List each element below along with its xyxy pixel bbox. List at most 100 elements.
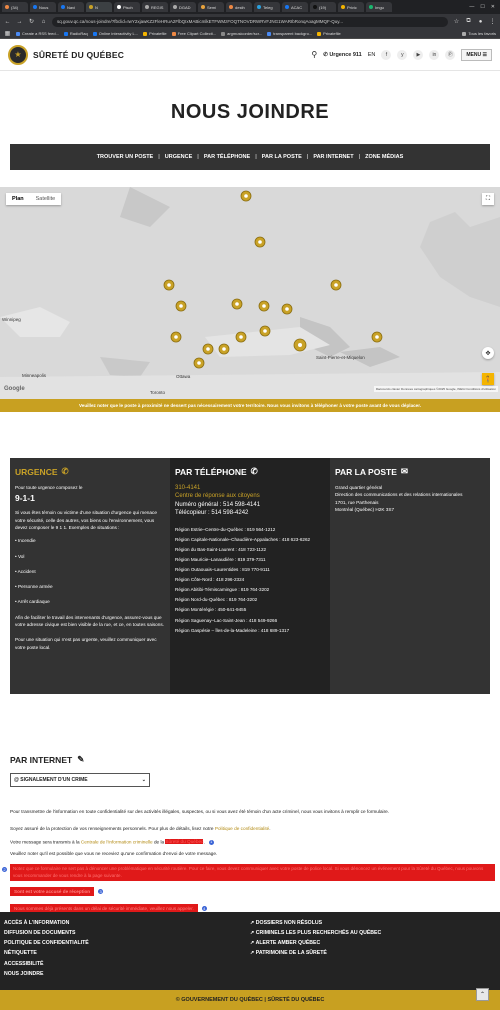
urgence-example: • Accident xyxy=(15,568,36,574)
map-attribution[interactable]: Raccourcis clavier Données cartographiqu… xyxy=(373,386,498,392)
apps-icon[interactable]: ▦ xyxy=(4,30,11,37)
report-type-select[interactable]: @ SIGNALEMENT D'UN CRIME ⌄ xyxy=(10,773,150,787)
back-icon[interactable]: ← xyxy=(4,19,11,25)
browser-tab-active[interactable]: N xyxy=(86,2,112,12)
footer-external-link[interactable]: ↗ PATRIMOINE DE LA SÛRETÉ xyxy=(250,948,496,958)
internet-text: Pour transmettre de l'information en tou… xyxy=(10,809,390,814)
nav-par-telephone[interactable]: PAR TÉLÉPHONE xyxy=(204,154,250,160)
home-icon[interactable]: ⌂ xyxy=(40,19,47,25)
language-link[interactable]: EN xyxy=(368,52,376,58)
browser-tab[interactable]: Navi xyxy=(58,2,84,12)
footer-external-link[interactable]: ↗ CRIMINELS LES PLUS RECHERCHÉS AU QUÉBE… xyxy=(250,928,496,938)
bookmark[interactable]: Create a RSS feed... xyxy=(16,31,59,36)
tab-favicon xyxy=(257,5,261,9)
poste-line: 1701, rue Parthenais xyxy=(335,499,379,505)
urgence-example: • Vol xyxy=(15,553,25,559)
browser-tab[interactable]: Privic xyxy=(338,2,364,12)
tab-favicon xyxy=(173,5,177,9)
star-icon[interactable]: ☆ xyxy=(453,18,460,25)
browser-tab[interactable]: (19) xyxy=(310,2,336,12)
browser-tab[interactable]: Pisch xyxy=(114,2,140,12)
page-title: NOUS JOINDRE xyxy=(170,101,330,123)
tab-favicon xyxy=(5,5,9,9)
twitter-icon[interactable]: y xyxy=(397,49,408,60)
region-phone: Région du Bas-Saint-Laurent : 418 723-11… xyxy=(175,546,267,552)
highlight-block: 2 Notez que ce formulaire ne sert pas à d… xyxy=(1,863,495,882)
fax-number: Télécopieur : 514 598-4242 xyxy=(175,510,249,517)
reload-icon[interactable]: ↻ xyxy=(28,18,35,25)
menu-button[interactable]: MENU ☰ xyxy=(461,48,492,61)
instagram-icon[interactable]: Ⓟ xyxy=(445,49,456,60)
nav-urgence[interactable]: URGENCE xyxy=(165,154,193,160)
region-phone: Région Outaouais–Laurentides : 819 770-9… xyxy=(175,567,270,572)
nav-separator: | xyxy=(197,154,199,160)
footer-external-link[interactable]: ↗ DOSSIERS NON RÉSOLUS xyxy=(250,918,496,928)
bookmark[interactable]: argmusicorder/scr... xyxy=(221,31,262,36)
general-number[interactable]: Numéro général : 514 598-4141 xyxy=(175,501,325,509)
nav-par-la-poste[interactable]: PAR LA POSTE xyxy=(262,154,302,160)
urgence-heading: URGENCE ✆ xyxy=(15,466,69,477)
footer-external-link[interactable]: ↗ ALERTE AMBER QUÉBEC xyxy=(250,938,496,948)
urgence-text: Pour une situation qui n'est pas urgente… xyxy=(15,637,157,650)
region-phone: Région Abitibi-Témiscamingue : 819 764-3… xyxy=(175,587,270,593)
minimize-icon[interactable]: — xyxy=(469,4,474,10)
all-bookmarks[interactable]: Tous les favoris xyxy=(462,31,496,36)
footer-link[interactable]: NÉTIQUETTE xyxy=(4,948,250,958)
bookmark[interactable]: Free Clipart Collecti... xyxy=(171,31,216,36)
footer-link[interactable]: ACCESSIBILITÉ xyxy=(4,959,250,969)
profile-icon[interactable]: ● xyxy=(477,19,484,25)
footer-link[interactable]: ACCÈS À L'INFORMATION xyxy=(4,918,250,928)
bookmark[interactable]: Privatefile xyxy=(143,31,167,36)
nav-par-internet[interactable]: PAR INTERNET xyxy=(313,154,353,160)
browser-tab[interactable]: REGIS xyxy=(142,2,168,12)
browser-tab[interactable]: (34) xyxy=(2,2,28,12)
browser-tab-strip: (34) Nous Navi N Pisch REGIS DGAD Semi d… xyxy=(0,0,500,14)
bookmark-icon xyxy=(221,31,226,36)
back-to-top-icon[interactable]: ⌃ xyxy=(476,988,489,1001)
sq-logo[interactable]: ★ xyxy=(8,44,28,65)
browser-tab[interactable]: ACAC xyxy=(282,2,308,12)
nav-trouver-un-poste[interactable]: TROUVER UN POSTE xyxy=(97,154,154,160)
browser-tab[interactable]: Imgu xyxy=(366,2,392,12)
cic-link[interactable]: Centrale de l'information criminelle xyxy=(81,839,153,844)
tab-favicon xyxy=(145,5,149,9)
browser-tab[interactable]: Teleg xyxy=(254,2,280,12)
map-marker xyxy=(163,190,383,369)
bookmark[interactable]: transparent backgro... xyxy=(267,31,312,36)
footer-link[interactable]: DIFFUSION DE DOCUMENTS xyxy=(4,928,250,938)
nav-zone-medias[interactable]: ZONE MÉDIAS xyxy=(365,154,403,160)
center-number[interactable]: 310-4141 xyxy=(175,484,325,492)
bookmark-icon xyxy=(143,31,148,36)
url-text: sq.gouv.qc.ca/nous-joindre/?fbclid=IwY2x… xyxy=(57,19,343,24)
stations-map[interactable]: Plan Satellite ⛶ ✥ 🧍 Winnipeg Minneapoli… xyxy=(0,187,500,412)
browser-tab[interactable]: Semi xyxy=(198,2,224,12)
bookmark[interactable]: Online interactivity L... xyxy=(92,31,138,36)
search-icon[interactable]: ⚲ xyxy=(311,50,317,59)
bookmark[interactable]: Privatefile xyxy=(317,31,341,36)
site-name[interactable]: SÛRETÉ DU QUÉBEC xyxy=(33,50,124,60)
forward-icon[interactable]: → xyxy=(16,19,23,25)
youtube-icon[interactable]: ▶ xyxy=(413,49,424,60)
region-phone: Région Saguenay–Lac-Saint-Jean : 418 549… xyxy=(175,617,278,623)
phone-icon: ✆ xyxy=(250,466,258,476)
close-icon[interactable]: ✕ xyxy=(491,4,495,10)
bookmark[interactable]: RadioRaq xyxy=(63,31,88,36)
maximize-icon[interactable]: ☐ xyxy=(480,4,484,10)
privacy-link[interactable]: Politique de confidentialité xyxy=(215,826,269,831)
browser-tab[interactable]: DGAD xyxy=(170,2,196,12)
footer-link[interactable]: POLITIQUE DE CONFIDENTIALITÉ xyxy=(4,938,250,948)
linkedin-icon[interactable]: in xyxy=(429,49,440,60)
highlight-line: Sont est votre accusé de réception 3 xyxy=(10,887,490,897)
more-icon[interactable]: ⋮ xyxy=(489,18,496,25)
urgence-link[interactable]: ✆ Urgence 911 xyxy=(323,52,362,58)
poste-line: Grand quartier général xyxy=(335,485,383,490)
region-phone: Région Côte-Nord : 418 296-2324 xyxy=(175,577,245,583)
footer-link[interactable]: NOUS JOINDRE xyxy=(4,969,250,979)
url-input[interactable]: sq.gouv.qc.ca/nous-joindre/?fbclid=IwY2x… xyxy=(52,16,448,27)
browser-tab[interactable]: Nous xyxy=(30,2,56,12)
extensions-icon[interactable]: ⧉ xyxy=(465,18,472,25)
nav-separator: | xyxy=(306,154,309,160)
browser-tab[interactable]: desth xyxy=(226,2,252,12)
facebook-icon[interactable]: f xyxy=(381,49,392,60)
region-phone: Région Estrie–Centre-du-Québec : 819 564… xyxy=(175,526,276,532)
